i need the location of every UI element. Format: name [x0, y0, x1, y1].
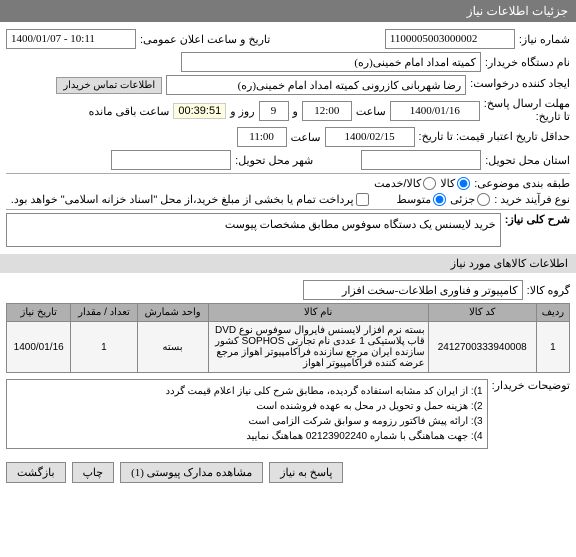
need-no-field [385, 29, 515, 49]
goods-radio[interactable]: کالا [440, 177, 470, 190]
small-radio[interactable]: جزئی [450, 193, 490, 206]
creator-label: ایجاد کننده درخواست: [470, 78, 570, 91]
payment-checkbox[interactable]: پرداخت تمام یا بخشی از مبلغ خرید،از محل … [11, 193, 369, 206]
cell-unit: بسته [137, 322, 208, 373]
validity-date-field [325, 127, 415, 147]
remain-label: ساعت باقی مانده [89, 105, 170, 118]
th-code: کد کالا [428, 304, 536, 322]
desc-label: شرح کلی نیاز: [505, 213, 570, 226]
cell-date: 1400/01/16 [7, 322, 71, 373]
goods-section-title: اطلاعات کالاهای مورد نیاز [0, 254, 576, 273]
goods-table: ردیف کد کالا نام کالا واحد شمارش تعداد /… [6, 303, 570, 373]
group-field [303, 280, 523, 300]
cell-code: 2412700333940008 [428, 322, 536, 373]
day-label: روز و [230, 105, 254, 118]
explain-label: توضیحات خریدار: [492, 379, 570, 392]
explain-line-2: 2): هزینه حمل و تحویل در محل به عهده فرو… [11, 399, 483, 414]
deadline-label: مهلت ارسال پاسخ:تا تاریخ: [484, 98, 570, 124]
and-label: و [293, 105, 298, 118]
page-title: جزئیات اطلاعات نیاز [0, 0, 576, 22]
back-button[interactable]: بازگشت [6, 462, 66, 483]
province-label: استان محل تحویل: [485, 154, 570, 167]
explain-box: 1): از ایران کد مشابه استفاده گردیده، مط… [6, 379, 488, 449]
table-row: 1 2412700333940008 بسته نرم افزار لایسنس… [7, 322, 570, 373]
cell-qty: 1 [71, 322, 137, 373]
buyer-label: نام دستگاه خریدار: [485, 56, 570, 69]
validity-label: حداقل تاریخ اعتبار قیمت: تا تاریخ: [419, 131, 570, 144]
print-button[interactable]: چاپ [72, 462, 115, 483]
attachments-button[interactable]: مشاهده مدارک پیوستی (1) [120, 462, 263, 483]
hour-label-1: ساعت [356, 105, 386, 118]
deadline-date-field [390, 101, 480, 121]
respond-button[interactable]: پاسخ به نیاز [269, 462, 343, 483]
cell-name: بسته نرم افزار لایسنس فایروال سوفوس نوع … [208, 322, 428, 373]
contact-buyer-button[interactable]: اطلاعات تماس خریدار [56, 77, 162, 94]
group-label: گروه کالا: [527, 284, 570, 297]
creator-field [166, 75, 466, 95]
need-no-label: شماره نیاز: [519, 33, 570, 46]
province-field [361, 150, 481, 170]
th-row: ردیف [536, 304, 569, 322]
th-date: تاریخ نیاز [7, 304, 71, 322]
validity-hour-field [237, 127, 287, 147]
budget-label: طبقه بندی موضوعی: [474, 177, 570, 190]
time-remaining: 00:39:51 [173, 103, 226, 119]
explain-line-4: 4): جهت هماهنگی با شماره 02123902240 هما… [11, 429, 483, 444]
th-unit: واحد شمارش [137, 304, 208, 322]
process-label: نوع فرآیند خرید : [494, 193, 570, 206]
ann-date-label: تاریخ و ساعت اعلان عمومی: [140, 33, 270, 46]
service-radio[interactable]: کالا/خدمت [374, 177, 436, 190]
city-label: شهر محل تحویل: [235, 154, 313, 167]
explain-line-3: 3): ارائه پیش فاکتور رزومه و سوابق شرکت … [11, 414, 483, 429]
explain-line-1: 1): از ایران کد مشابه استفاده گردیده، مط… [11, 384, 483, 399]
hour-label-2: ساعت [291, 131, 321, 144]
buyer-field [181, 52, 481, 72]
deadline-hour-field [302, 101, 352, 121]
days-remain-field [259, 101, 289, 121]
cell-row: 1 [536, 322, 569, 373]
th-name: نام کالا [208, 304, 428, 322]
th-qty: تعداد / مقدار [71, 304, 137, 322]
ann-date-field [6, 29, 136, 49]
desc-field [6, 213, 501, 247]
city-field [111, 150, 231, 170]
medium-radio[interactable]: متوسط [397, 193, 447, 206]
